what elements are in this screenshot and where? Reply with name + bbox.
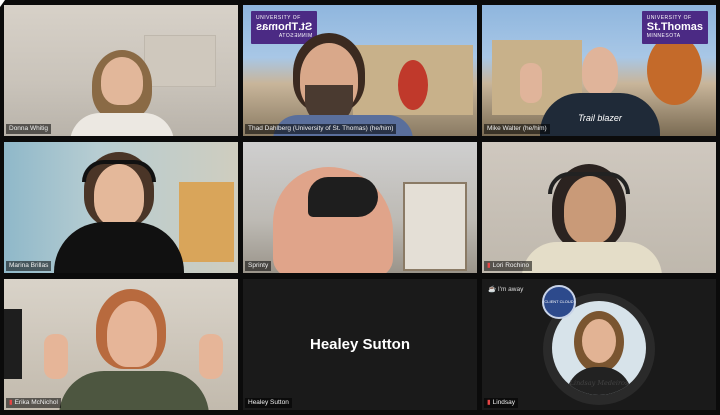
away-status: ☕ I'm away: [488, 286, 524, 293]
avatar-caption: Lindsay Medeiros: [569, 379, 629, 387]
participant-face: [101, 57, 143, 105]
muted-mic-icon: ▮: [487, 262, 491, 269]
video-tile-thad[interactable]: UNIVERSITY OF St.Thomas MINNESOTA Thad D…: [243, 5, 477, 136]
avatar-face: [582, 319, 616, 363]
participant-name: ▮ Lori Rochino: [484, 261, 533, 271]
participant-hoodie: Trail blazer: [540, 93, 660, 136]
headphones-icon: [548, 172, 630, 194]
participant-name: Thad Dahlberg (University of St. Thomas)…: [245, 124, 397, 134]
autumn-tree: [647, 35, 702, 105]
raised-hand: [44, 334, 68, 379]
participant-name: Mike Walter (he/him): [484, 124, 550, 134]
video-tile-healey[interactable]: Healey Sutton Healey Sutton: [243, 279, 477, 410]
participant-shirt: [59, 371, 209, 410]
muted-mic-icon: ▮: [487, 399, 491, 406]
participant-face: [582, 47, 618, 95]
autumn-tree: [398, 60, 428, 110]
client-cloud-badge: CLIENT CLOUD: [542, 285, 576, 319]
participant-name: ▮ Erika McNichol: [6, 398, 61, 408]
wall-shelf: [403, 182, 467, 271]
waving-hand: [520, 63, 542, 103]
wall-frame: [4, 309, 22, 379]
participant-name: Marina Brillas: [6, 261, 52, 271]
participant-name: ▮ Lindsay: [484, 398, 518, 408]
raised-hand: [199, 334, 223, 379]
participant-name: Healey Sutton: [245, 398, 292, 408]
muted-mic-icon: ▮: [9, 399, 13, 406]
participant-face: [107, 301, 157, 367]
headphones-icon: [82, 160, 156, 182]
participant-display-name: Healey Sutton: [309, 336, 411, 353]
video-tile-marina[interactable]: Marina Brillas: [4, 142, 238, 273]
coffee-icon: ☕: [488, 286, 497, 293]
video-tile-erika[interactable]: ▮ Erika McNichol: [4, 279, 238, 410]
wall-frame: [144, 35, 216, 87]
participant-name: Sprinty: [245, 261, 272, 271]
background-object: [179, 182, 234, 262]
st-thomas-logo: UNIVERSITY OF St.Thomas MINNESOTA: [251, 11, 318, 44]
video-tile-mike[interactable]: UNIVERSITY OF St.Thomas MINNESOTA Trail …: [482, 5, 716, 136]
participant-shirt: [522, 242, 662, 273]
participant-shirt: [70, 113, 174, 136]
st-thomas-logo: UNIVERSITY OF St.Thomas MINNESOTA: [641, 11, 708, 44]
video-tile-lori[interactable]: ▮ Lori Rochino: [482, 142, 716, 273]
video-tile-lindsay[interactable]: ☕ I'm away Lindsay Medeiros CLIENT CLOUD…: [482, 279, 716, 410]
video-gallery: Donna Whitig UNIVERSITY OF St.Thomas MIN…: [4, 5, 716, 410]
video-tile-donna[interactable]: Donna Whitig: [4, 5, 238, 136]
video-tile-sprinty[interactable]: Sprinty: [243, 142, 477, 273]
dinosaur-mouth: [308, 177, 378, 217]
participant-name: Donna Whitig: [6, 124, 52, 134]
